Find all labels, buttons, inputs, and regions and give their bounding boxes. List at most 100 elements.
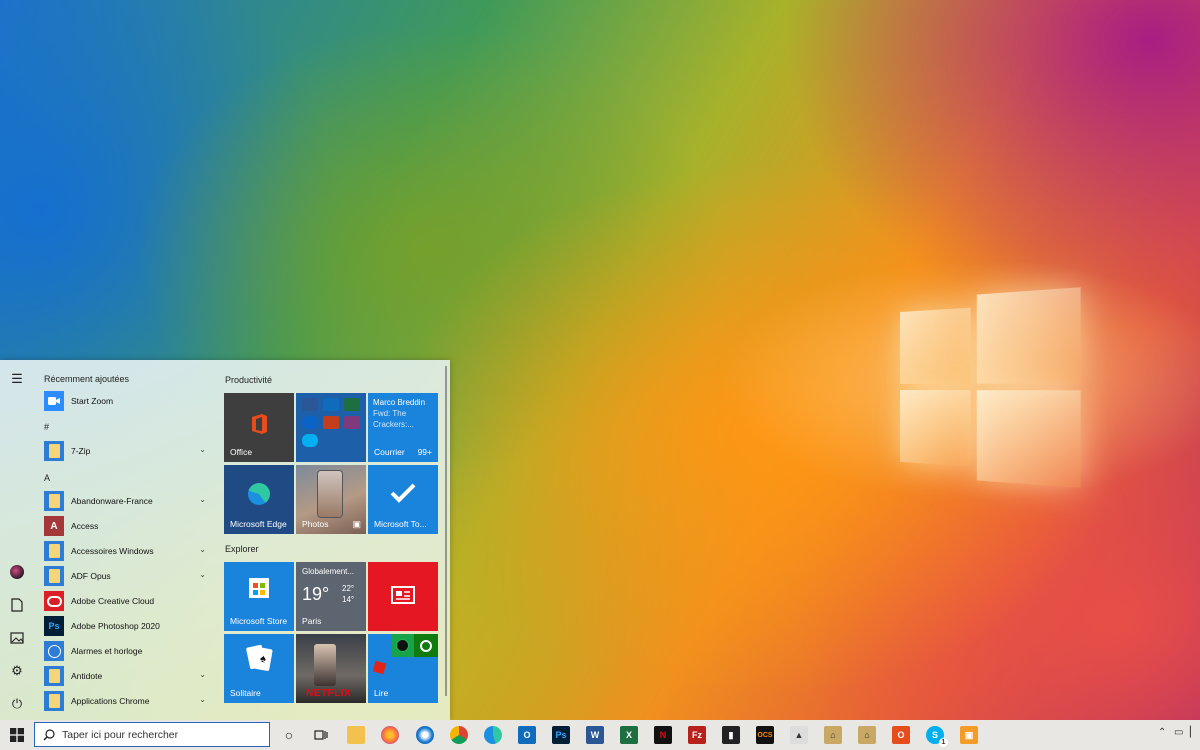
task-view-icon[interactable]: [312, 726, 330, 744]
group-header-productivity[interactable]: Productivité: [225, 375, 272, 385]
ocs-icon[interactable]: OCS: [756, 726, 774, 744]
app-applications-chrome[interactable]: Applications Chrome ⌄: [44, 690, 210, 712]
skype-badge: 1: [939, 738, 948, 747]
spotify-icon: [391, 634, 414, 657]
netflix-taskbar-icon[interactable]: N: [654, 726, 672, 744]
tile-label: Courrier: [374, 447, 405, 457]
weather-condition: Globalement...: [302, 567, 355, 576]
app-antidote[interactable]: Antidote ⌄: [44, 665, 210, 687]
documents-icon[interactable]: [8, 596, 26, 614]
folder-icon: [44, 491, 64, 511]
cortana-icon[interactable]: ○: [280, 726, 298, 744]
tile-mail[interactable]: Marco Breddin Fwd: The Crackers:... Cour…: [368, 393, 438, 462]
powerpoint-icon: [323, 416, 339, 429]
start-rail: ☰ ⚙ ⏻: [0, 360, 34, 720]
app-label: Applications Chrome: [71, 696, 150, 706]
house-app-icon[interactable]: ⌂: [824, 726, 842, 744]
folder-icon: [44, 666, 64, 686]
chevron-up-icon[interactable]: ⌃: [1158, 727, 1166, 738]
tile-label: Lire: [374, 688, 389, 698]
orange-app-icon[interactable]: ▣: [960, 726, 978, 744]
tile-label: Solitaire: [230, 688, 261, 698]
tile-label: Microsoft To...: [374, 519, 427, 529]
taskbar-search[interactable]: Taper ici pour rechercher: [34, 722, 270, 747]
tile-label: Office: [230, 447, 253, 457]
tile-label: Microsoft Edge: [230, 519, 287, 529]
news-icon: [391, 586, 415, 604]
edge-taskbar-icon[interactable]: [484, 726, 502, 744]
group-header-explore[interactable]: Explorer: [225, 544, 259, 554]
tile-microsoft-store[interactable]: Microsoft Store: [224, 562, 294, 631]
app-list: Récemment ajoutées Start Zoom # 7-Zip ⌄ …: [34, 360, 214, 720]
network-icon[interactable]: ▭: [1174, 727, 1183, 738]
letter-header-a[interactable]: A: [44, 473, 50, 483]
power-icon[interactable]: ⏻: [8, 695, 26, 713]
chevron-down-icon: ⌄: [199, 545, 206, 554]
tile-netflix[interactable]: NETFLIX: [296, 634, 366, 703]
dark-app-icon[interactable]: ▮: [722, 726, 740, 744]
word-taskbar-icon[interactable]: W: [586, 726, 604, 744]
user-avatar[interactable]: [8, 563, 26, 581]
app-label: 7-Zip: [71, 446, 91, 456]
chevron-down-icon: ⌄: [199, 670, 206, 679]
office-taskbar-icon[interactable]: O: [892, 726, 910, 744]
tile-weather[interactable]: Globalement... 19° 22° 14° Paris: [296, 562, 366, 631]
tile-solitaire[interactable]: ♠ Solitaire: [224, 634, 294, 703]
word-icon: [302, 398, 318, 411]
weather-low: 14°: [342, 595, 355, 604]
app-alarmes-horloge[interactable]: Alarmes et horloge: [44, 640, 210, 662]
tray-overflow-icon[interactable]: ▏: [1190, 727, 1198, 738]
weather-city: Paris: [302, 616, 322, 626]
app-access[interactable]: A Access: [44, 515, 210, 537]
folder-icon: [44, 566, 64, 586]
app-abandonware-france[interactable]: Abandonware-France ⌄: [44, 490, 210, 512]
tile-edge[interactable]: Microsoft Edge: [224, 465, 294, 534]
tile-play[interactable]: Lire: [368, 634, 438, 703]
app-accessoires-windows[interactable]: Accessoires Windows ⌄: [44, 540, 210, 562]
app-label: Antidote: [71, 671, 103, 681]
app-start-zoom[interactable]: Start Zoom: [44, 390, 210, 412]
chevron-down-icon: ⌄: [199, 495, 206, 504]
mountain-app-icon[interactable]: ▲: [790, 726, 808, 744]
app-adobe-photoshop[interactable]: Ps Adobe Photoshop 2020: [44, 615, 210, 637]
file-explorer-icon[interactable]: [347, 726, 365, 744]
start-button[interactable]: [0, 720, 34, 750]
tile-todo[interactable]: Microsoft To...: [368, 465, 438, 534]
tile-office-apps-folder[interactable]: [296, 393, 366, 462]
taskbar: Taper ici pour rechercher ○ O Ps W X N F…: [0, 720, 1200, 750]
settings-gear-icon[interactable]: ⚙: [8, 662, 26, 680]
chrome-icon[interactable]: [450, 726, 468, 744]
onenote-icon: [344, 416, 360, 429]
checkmark-icon: [390, 483, 416, 503]
start-scrollbar[interactable]: [445, 366, 447, 696]
app-label: Accessoires Windows: [71, 546, 154, 556]
weather-temp: 19°: [302, 584, 330, 604]
pictures-icon[interactable]: [8, 629, 26, 647]
photoshop-taskbar-icon[interactable]: Ps: [552, 726, 570, 744]
app-label: Adobe Photoshop 2020: [71, 621, 160, 631]
app-label: Alarmes et horloge: [71, 646, 143, 656]
filezilla-icon[interactable]: Fz: [688, 726, 706, 744]
app-adobe-creative-cloud[interactable]: Adobe Creative Cloud: [44, 590, 210, 612]
clock-icon: [44, 641, 64, 661]
app-label: ADF Opus: [71, 571, 111, 581]
photos-icon: ▣: [352, 519, 361, 529]
chevron-down-icon: ⌄: [199, 445, 206, 454]
skype-taskbar-icon[interactable]: S 1: [926, 726, 948, 747]
excel-taskbar-icon[interactable]: X: [620, 726, 638, 744]
office-icon: [250, 413, 268, 435]
hamburger-menu-icon[interactable]: ☰: [8, 370, 26, 388]
house-app-2-icon[interactable]: ⌂: [858, 726, 876, 744]
tile-news[interactable]: [368, 562, 438, 631]
firefox-icon[interactable]: [381, 726, 399, 744]
app-adf-opus[interactable]: ADF Opus ⌄: [44, 565, 210, 587]
letter-header-hash[interactable]: #: [44, 422, 49, 432]
tile-photos[interactable]: Photos ▣: [296, 465, 366, 534]
mail-sender: Marco Breddin: [373, 398, 426, 407]
app-7zip[interactable]: 7-Zip ⌄: [44, 440, 210, 462]
thunderbird-icon[interactable]: [416, 726, 434, 744]
weather-high: 22°: [342, 584, 355, 593]
app-label: Start Zoom: [71, 396, 114, 406]
outlook-taskbar-icon[interactable]: O: [518, 726, 536, 744]
tile-office[interactable]: Office: [224, 393, 294, 462]
